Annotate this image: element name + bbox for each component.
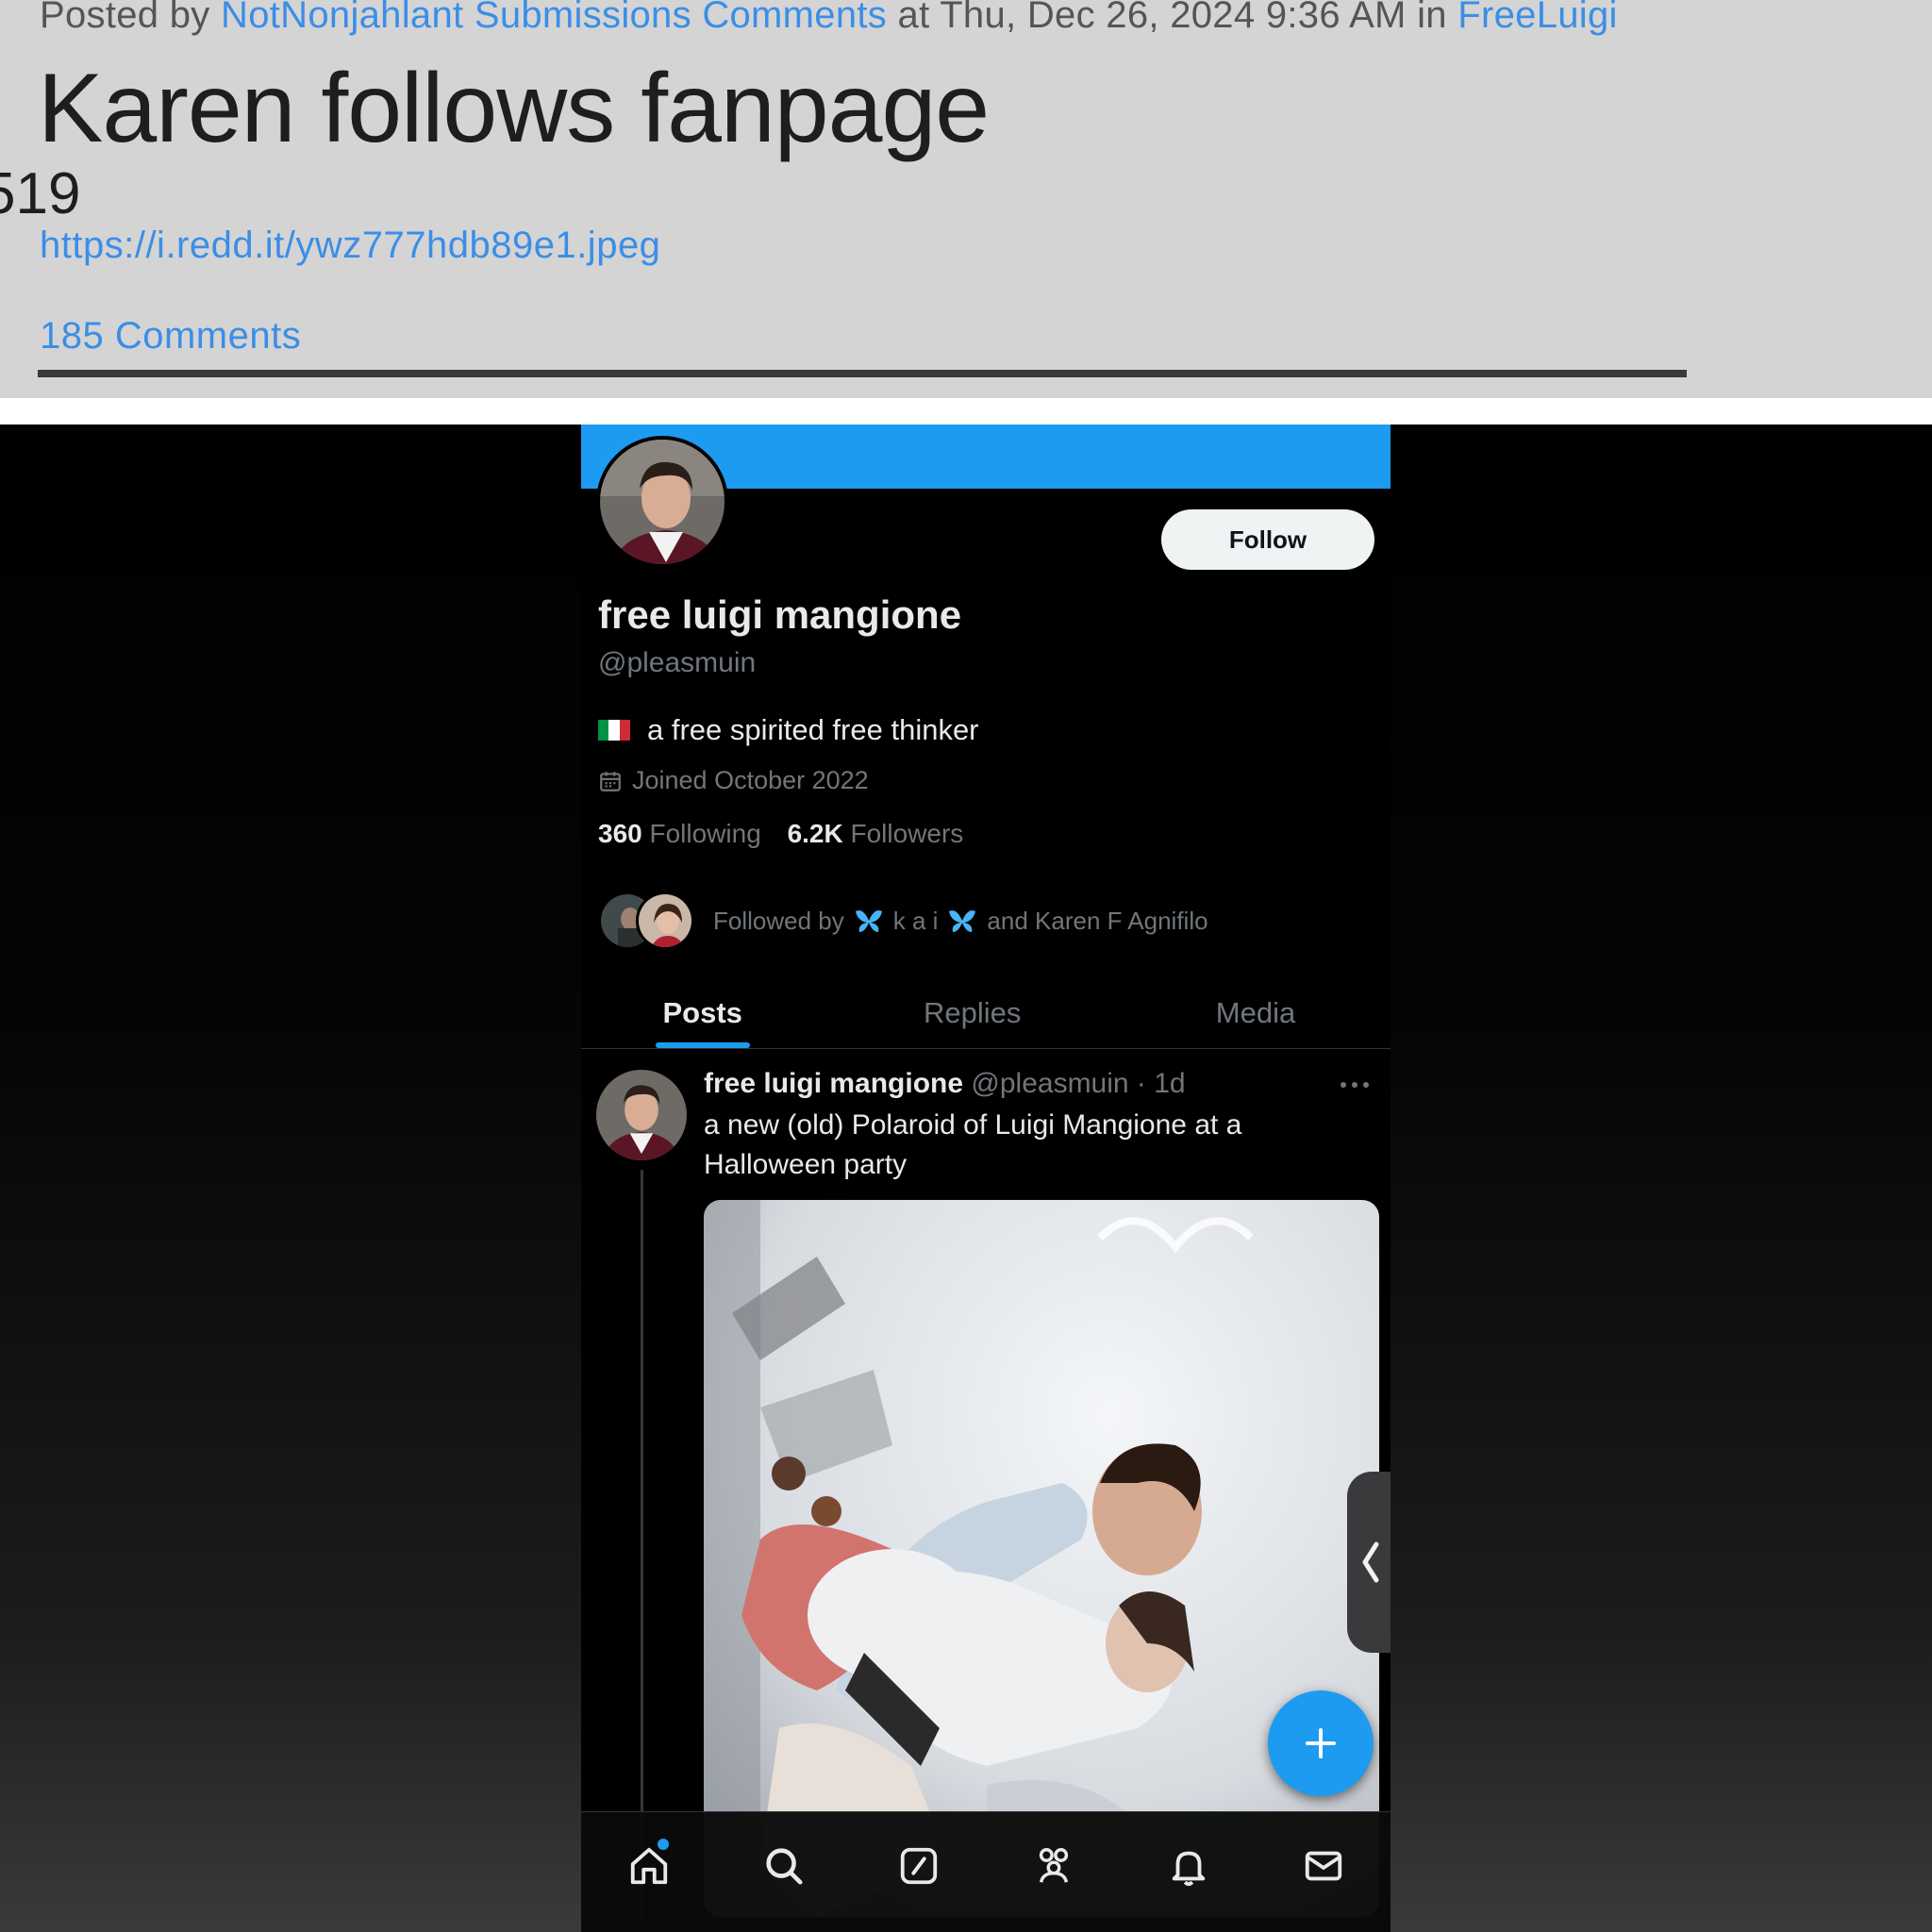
compose-icon xyxy=(900,1847,937,1885)
post-text: a new (old) Polaroid of Luigi Mangione a… xyxy=(704,1109,1242,1180)
followers-label: Followers xyxy=(850,819,964,848)
tab-media[interactable]: Media xyxy=(1121,977,1391,1048)
comments-count-link[interactable]: 185 Comments xyxy=(40,315,301,358)
follow-button[interactable]: Follow xyxy=(1161,509,1374,570)
post-meta-line: Posted by NotNonjahlant Submissions Comm… xyxy=(40,0,1618,37)
italy-flag-icon xyxy=(598,720,630,741)
author-comments-link[interactable]: Comments xyxy=(702,0,887,36)
tab-replies[interactable]: Replies xyxy=(824,977,1121,1048)
profile-tabs: Posts Replies Media xyxy=(581,977,1391,1049)
followed-by-row[interactable]: Followed by k a i and Karen F Agnifilo xyxy=(598,887,1208,955)
nav-home[interactable] xyxy=(616,1833,682,1899)
followed-by-prefix: Followed by xyxy=(713,906,844,935)
profile-handle: @pleasmuin xyxy=(598,647,757,678)
notification-dot xyxy=(657,1839,669,1850)
butterfly-icon xyxy=(949,910,976,932)
communities-icon xyxy=(1039,1848,1068,1883)
bell-icon xyxy=(1172,1851,1205,1887)
white-gap xyxy=(0,398,1932,425)
followed-by-text: Followed by k a i and Karen F Agnifilo xyxy=(713,907,1208,936)
subreddit-link[interactable]: FreeLuigi xyxy=(1457,0,1617,36)
following-count: 360 xyxy=(598,819,642,848)
profile-screenshot: Follow free luigi mangione @pleasmuin a … xyxy=(581,425,1391,1932)
at-label: at xyxy=(897,0,930,36)
more-options-icon[interactable] xyxy=(1338,1079,1372,1091)
following-label: Following xyxy=(649,819,761,848)
nav-compose[interactable] xyxy=(886,1833,952,1899)
joined-text: Joined October 2022 xyxy=(632,766,869,794)
nav-communities[interactable] xyxy=(1021,1833,1087,1899)
nav-messages[interactable] xyxy=(1291,1833,1357,1899)
profile-joined: Joined October 2022 xyxy=(598,766,869,795)
following-stat[interactable]: 360 Following xyxy=(598,819,780,848)
profile-bio: a free spirited free thinker xyxy=(598,713,979,747)
submissions-link[interactable]: Submissions xyxy=(475,0,691,36)
followed-by-name: k a i xyxy=(892,906,939,935)
in-label: in xyxy=(1417,0,1447,36)
author-link[interactable]: NotNonjahlant xyxy=(221,0,463,36)
post-title: Karen follows fanpage xyxy=(38,54,990,163)
home-icon xyxy=(630,1847,667,1885)
post-score: 519 xyxy=(0,161,81,226)
posted-by-label: Posted by xyxy=(40,0,210,36)
mail-icon xyxy=(1305,1851,1341,1881)
search-icon xyxy=(765,1848,803,1885)
post-author-name[interactable]: free luigi mangione xyxy=(704,1068,963,1099)
tab-posts[interactable]: Posts xyxy=(581,977,824,1048)
compose-fab-button[interactable] xyxy=(1268,1690,1374,1796)
post-handle-time: @pleasmuin · 1d xyxy=(971,1068,1186,1099)
reddit-post-header: Posted by NotNonjahlant Submissions Comm… xyxy=(0,0,1932,398)
post-polaroid-image[interactable] xyxy=(704,1200,1379,1917)
calendar-icon xyxy=(600,771,621,791)
nav-notifications[interactable] xyxy=(1156,1833,1222,1899)
nav-search[interactable] xyxy=(751,1833,817,1899)
followed-by-suffix: and Karen F Agnifilo xyxy=(987,906,1208,935)
bio-text: a free spirited free thinker xyxy=(647,713,979,746)
followers-count: 6.2K xyxy=(787,819,843,848)
chevron-left-icon xyxy=(1362,1541,1379,1583)
profile-display-name: free luigi mangione xyxy=(598,592,962,637)
followers-stat[interactable]: 6.2K Followers xyxy=(788,819,983,848)
side-panel-handle[interactable] xyxy=(1347,1472,1391,1653)
plus-icon xyxy=(1306,1728,1336,1758)
post-header: free luigi mangione @pleasmuin · 1d xyxy=(704,1068,1186,1100)
header-divider xyxy=(38,370,1687,377)
profile-stats: 360 Following 6.2K Followers xyxy=(598,819,982,849)
post-author-avatar[interactable] xyxy=(596,1070,687,1160)
butterfly-icon xyxy=(855,910,882,932)
post-url-link[interactable]: https://i.redd.it/ywz777hdb89e1.jpeg xyxy=(40,225,660,267)
follower-avatar-karen xyxy=(636,891,694,950)
post-date: Thu, Dec 26, 2024 9:36 AM xyxy=(940,0,1407,36)
bottom-nav-bar xyxy=(581,1811,1391,1932)
profile-avatar[interactable] xyxy=(596,436,728,568)
